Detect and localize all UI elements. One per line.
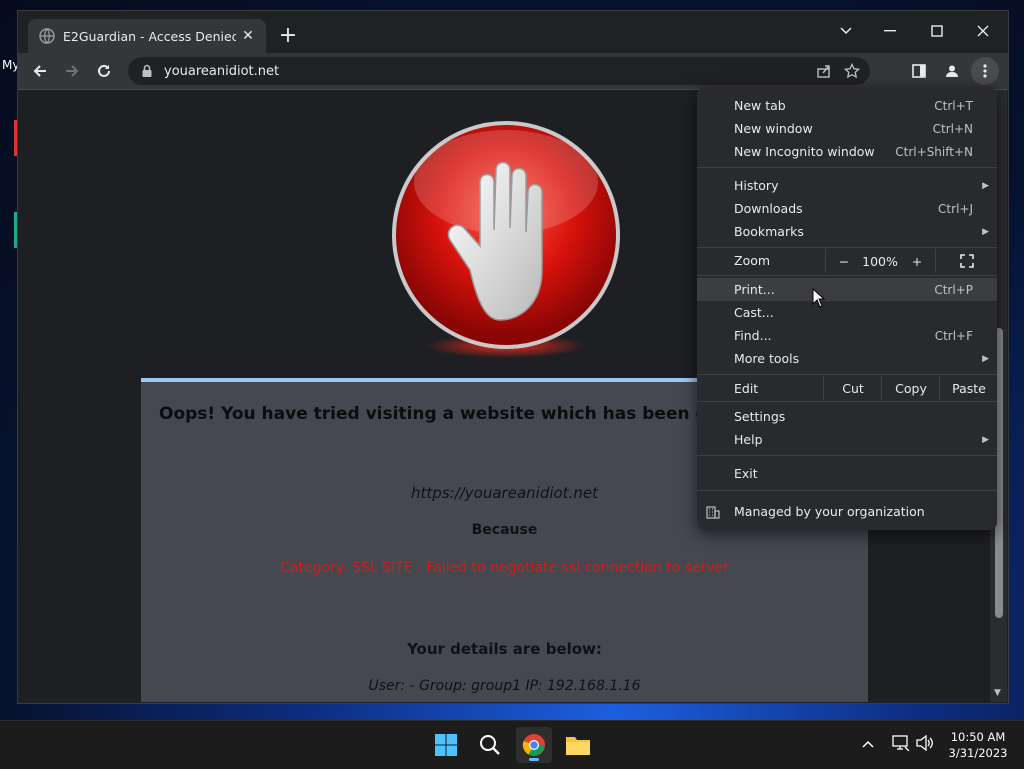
building-icon xyxy=(706,505,720,519)
menu-item-settings[interactable]: Settings xyxy=(697,405,997,428)
menu-item-help[interactable]: Help ▶ xyxy=(697,428,997,451)
file-explorer-icon[interactable] xyxy=(560,727,596,763)
mouse-cursor-icon xyxy=(812,288,826,308)
url-text[interactable]: youareanidiot.net xyxy=(164,64,816,79)
lock-icon[interactable] xyxy=(140,64,154,78)
cut-button[interactable]: Cut xyxy=(823,376,882,400)
user-details: User: - Group: group1 IP: 192.168.1.16 xyxy=(368,678,641,694)
zoom-label: Zoom xyxy=(734,253,771,268)
globe-icon xyxy=(39,28,55,44)
stop-hand-icon xyxy=(392,121,620,358)
profile-icon[interactable] xyxy=(938,57,966,85)
scroll-down-arrow-icon[interactable]: ▼ xyxy=(994,688,1001,698)
block-reason: Category: SSL SITE - Failed to negotiate… xyxy=(280,560,729,576)
paste-button[interactable]: Paste xyxy=(939,376,998,400)
fullscreen-icon[interactable] xyxy=(935,249,998,273)
show-hidden-icons-chevron-icon[interactable] xyxy=(862,737,874,751)
browser-tab[interactable]: E2Guardian - Access Denied ✕ xyxy=(28,19,266,53)
page-headline: Oops! You have tried visiting a website … xyxy=(159,404,749,424)
menu-separator xyxy=(697,275,997,276)
system-clock[interactable]: 10:50 AM 3/31/2023 xyxy=(943,729,1013,761)
back-button[interactable] xyxy=(26,57,54,85)
active-app-indicator xyxy=(529,758,539,761)
menu-separator xyxy=(697,401,997,402)
search-icon[interactable] xyxy=(472,727,508,763)
zoom-in-button[interactable]: + xyxy=(899,249,935,273)
new-tab-button[interactable]: + xyxy=(276,25,300,49)
tab-title: E2Guardian - Access Denied xyxy=(63,28,236,44)
menu-item-new-window[interactable]: New window Ctrl+N xyxy=(697,117,997,140)
close-window-button[interactable] xyxy=(961,17,1005,45)
menu-separator xyxy=(697,247,997,248)
menu-item-exit[interactable]: Exit xyxy=(697,462,997,485)
menu-separator xyxy=(697,374,997,375)
menu-separator xyxy=(697,490,997,491)
details-heading: Your details are below: xyxy=(407,640,602,658)
chrome-menu-button[interactable] xyxy=(971,57,999,85)
bookmark-star-icon[interactable] xyxy=(844,63,860,79)
menu-item-new-incognito-window[interactable]: New Incognito window Ctrl+Shift+N xyxy=(697,140,997,163)
taskbar: 10:50 AM 3/31/2023 xyxy=(0,720,1024,769)
browser-toolbar: youareanidiot.net xyxy=(18,53,1008,90)
start-icon[interactable] xyxy=(428,727,464,763)
zoom-level: 100% xyxy=(862,253,898,269)
forward-button[interactable] xyxy=(58,57,86,85)
chrome-icon[interactable] xyxy=(516,727,552,763)
reload-button[interactable] xyxy=(90,57,118,85)
menu-separator xyxy=(697,455,997,456)
maximize-window-button[interactable] xyxy=(915,17,959,45)
volume-icon[interactable] xyxy=(916,734,934,754)
clock-date: 3/31/2023 xyxy=(948,746,1008,760)
menu-item-cast[interactable]: Cast... xyxy=(697,301,997,324)
menu-separator xyxy=(697,167,997,168)
side-panel-icon[interactable] xyxy=(905,57,933,85)
menu-item-print[interactable]: Print... Ctrl+P xyxy=(697,278,997,301)
close-tab-icon[interactable]: ✕ xyxy=(236,28,260,44)
menu-item-find[interactable]: Find... Ctrl+F xyxy=(697,324,997,347)
address-bar[interactable]: youareanidiot.net xyxy=(128,57,870,85)
menu-item-history[interactable]: History ▶ xyxy=(697,174,997,197)
menu-item-new-tab[interactable]: New tab Ctrl+T xyxy=(697,94,997,117)
tab-strip: E2Guardian - Access Denied ✕ + xyxy=(18,11,1008,53)
menu-item-downloads[interactable]: Downloads Ctrl+J xyxy=(697,197,997,220)
zoom-out-button[interactable]: − xyxy=(825,249,862,273)
menu-item-managed-by-organization[interactable]: Managed by your organization xyxy=(697,500,997,523)
submenu-arrow-icon: ▶ xyxy=(982,226,989,237)
minimize-window-button[interactable] xyxy=(868,17,912,45)
edit-label: Edit xyxy=(734,381,759,396)
zoom-row: Zoom − 100% + xyxy=(697,249,997,273)
share-icon[interactable] xyxy=(816,63,832,79)
edit-row: Edit Cut Copy Paste xyxy=(697,376,997,400)
submenu-arrow-icon: ▶ xyxy=(982,180,989,191)
submenu-arrow-icon: ▶ xyxy=(982,434,989,445)
submenu-arrow-icon: ▶ xyxy=(982,353,989,364)
tab-search-chevron-icon[interactable] xyxy=(824,17,868,45)
network-icon[interactable] xyxy=(892,735,910,754)
menu-item-bookmarks[interactable]: Bookmarks ▶ xyxy=(697,220,997,243)
copy-button[interactable]: Copy xyxy=(881,376,940,400)
clock-time: 10:50 AM xyxy=(950,730,1006,744)
chrome-main-menu: New tab Ctrl+T New window Ctrl+N New Incog… xyxy=(697,87,997,530)
menu-item-more-tools[interactable]: More tools ▶ xyxy=(697,347,997,370)
